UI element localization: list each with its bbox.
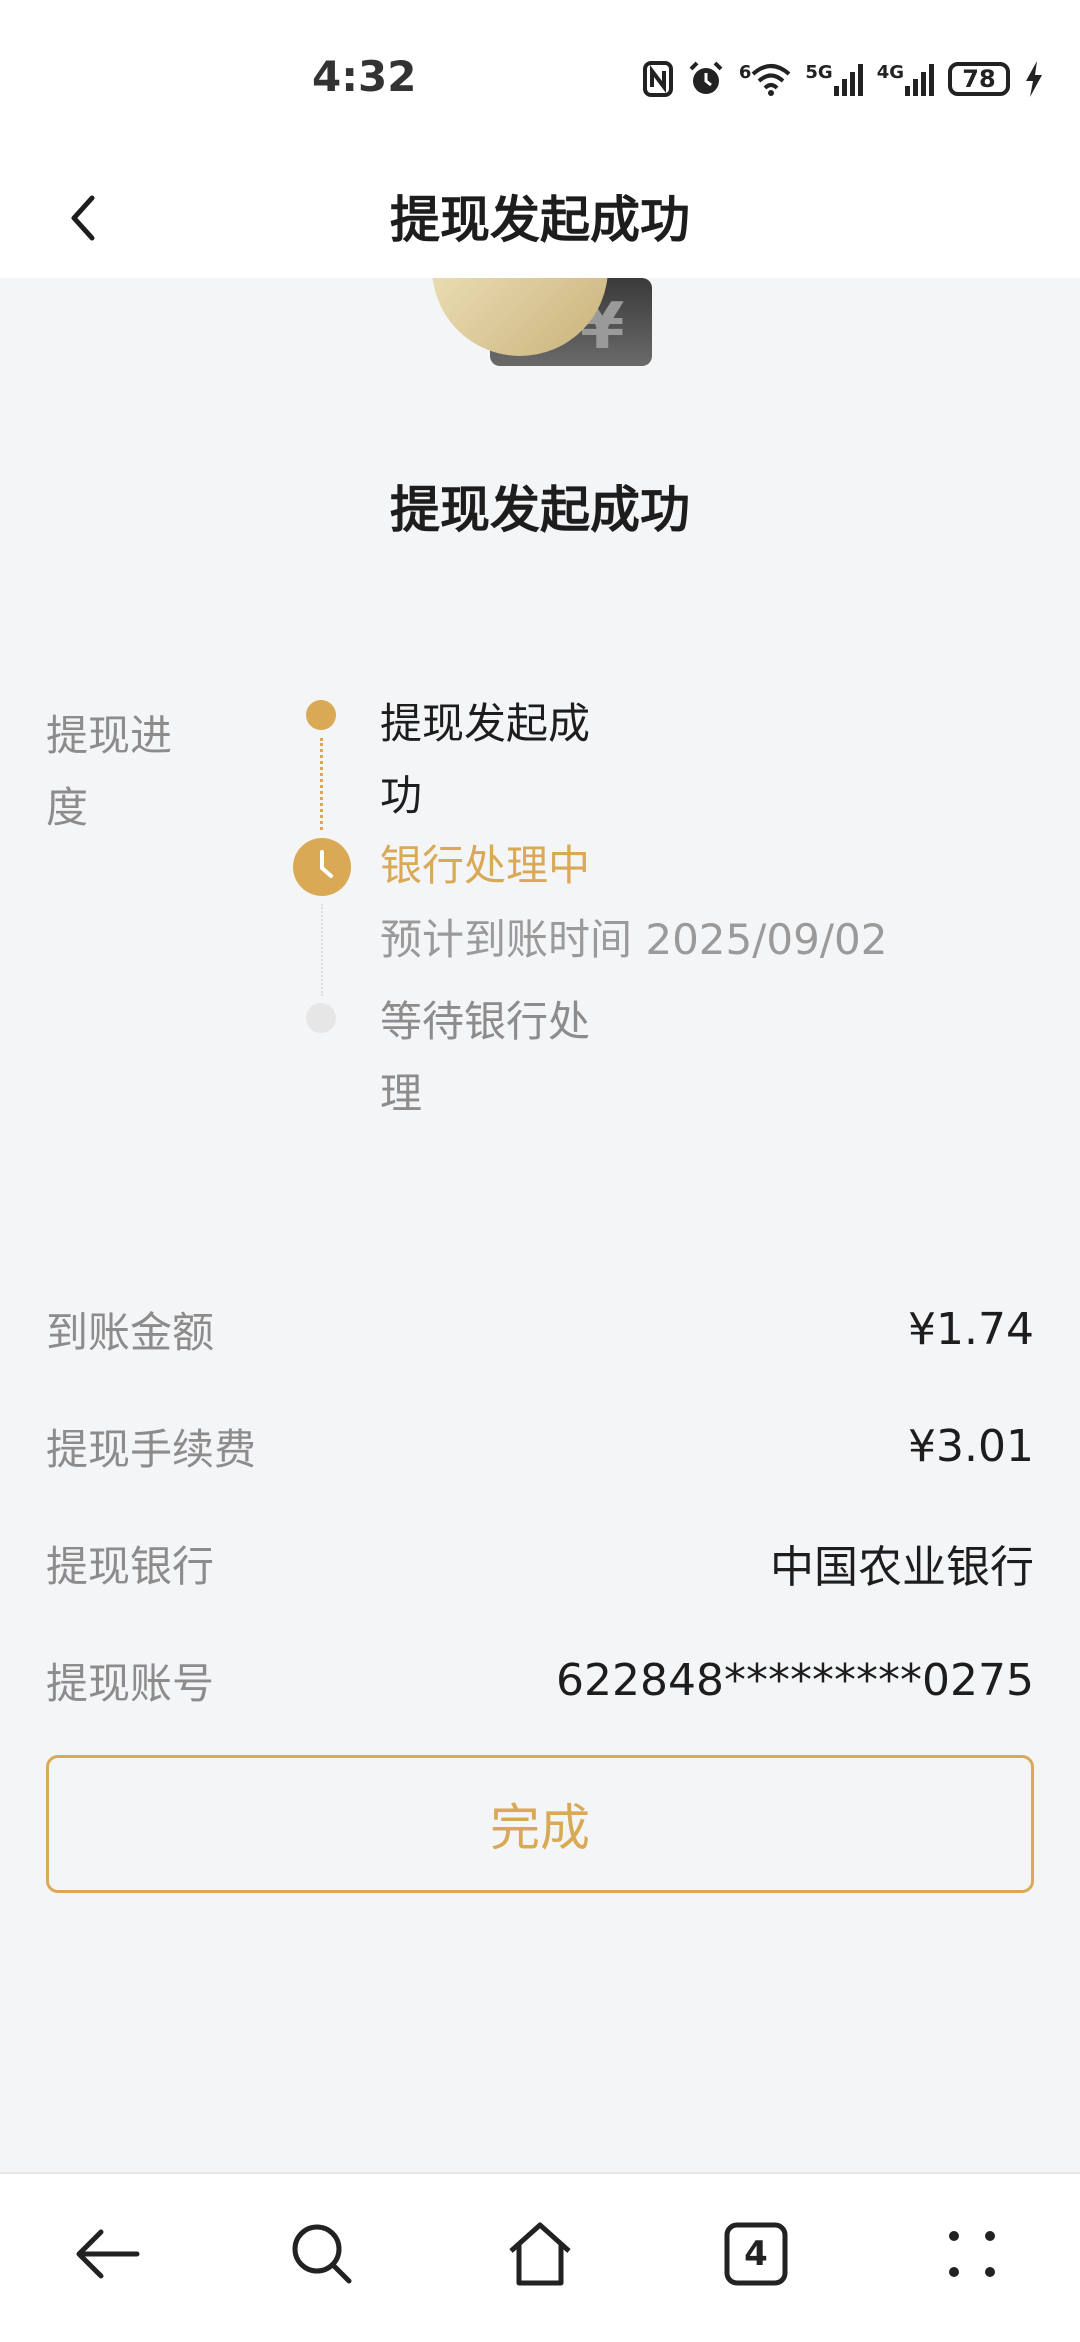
sim2-tag: 4G xyxy=(876,62,904,83)
withdraw-illustration: ¥ xyxy=(420,180,670,368)
header-title: 提现发起成功 xyxy=(390,191,690,249)
detail-value: ¥3.01 xyxy=(908,1420,1034,1472)
detail-value: 622848*********0275 xyxy=(556,1654,1034,1706)
detail-row-amount: 到账金额 ¥1.74 xyxy=(46,1293,1034,1365)
step-3-text: 等待银行处理 xyxy=(380,997,591,1118)
timeline-connector-pending xyxy=(321,904,323,996)
nav-home-button[interactable] xyxy=(490,2204,590,2304)
charging-icon xyxy=(1024,61,1044,97)
detail-value: ¥1.74 xyxy=(908,1303,1034,1355)
progress-timeline: 提现发起成功 银行处理中 预计到账时间 2025/09/02 等待银行处理 xyxy=(290,698,1010,1138)
status-time: 4:32 xyxy=(312,52,417,101)
step-2-text: 银行处理中 xyxy=(380,841,591,890)
bottom-nav: 4 xyxy=(0,2172,1080,2342)
more-dots-icon xyxy=(949,2231,995,2277)
nav-search-button[interactable] xyxy=(272,2204,372,2304)
done-button[interactable]: 完成 xyxy=(46,1755,1034,1893)
wifi-icon: 6 xyxy=(739,62,792,96)
detail-label: 提现手续费 xyxy=(46,1424,257,1474)
nav-more-button[interactable] xyxy=(922,2204,1022,2304)
timeline-connector xyxy=(320,738,323,830)
alarm-icon xyxy=(687,60,725,98)
status-icons: 6 5G 4G 78 xyxy=(642,58,1044,100)
wifi-tag: 6 xyxy=(738,62,752,83)
step-done-dot xyxy=(306,700,336,730)
nfc-icon xyxy=(642,61,673,97)
detail-row-bank: 提现银行 中国农业银行 xyxy=(46,1527,1034,1599)
step-pending-dot xyxy=(306,1003,336,1033)
battery-indicator: 78 xyxy=(948,62,1010,96)
detail-label: 到账金额 xyxy=(46,1307,215,1357)
nav-back-button[interactable] xyxy=(58,2204,158,2304)
sim1-tag: 5G xyxy=(805,62,833,83)
clock-icon xyxy=(293,838,351,896)
estimated-arrival-time: 预计到账时间 2025/09/02 xyxy=(380,915,888,964)
result-title: 提现发起成功 xyxy=(390,481,690,539)
detail-row-fee: 提现手续费 ¥3.01 xyxy=(46,1410,1034,1482)
signal-4g-icon: 4G xyxy=(877,62,934,96)
step-1-text: 提现发起成功 xyxy=(380,699,591,820)
detail-value: 中国农业银行 xyxy=(770,1542,1034,1593)
detail-row-account: 提现账号 622848*********0275 xyxy=(46,1644,1034,1716)
status-bar: 4:32 6 5G 4G 78 xyxy=(0,0,1080,160)
progress-label: 提现进度 xyxy=(46,711,173,832)
nav-header: 提现发起成功 xyxy=(0,160,1080,278)
tab-count: 4 xyxy=(744,2234,768,2274)
detail-label: 提现银行 xyxy=(46,1541,215,1591)
back-arrow-icon xyxy=(76,2229,140,2279)
detail-label: 提现账号 xyxy=(46,1658,215,1708)
home-icon xyxy=(509,2222,571,2286)
nav-tabs-button[interactable]: 4 xyxy=(706,2204,806,2304)
search-icon xyxy=(292,2224,352,2284)
signal-5g-icon: 5G xyxy=(805,62,863,96)
